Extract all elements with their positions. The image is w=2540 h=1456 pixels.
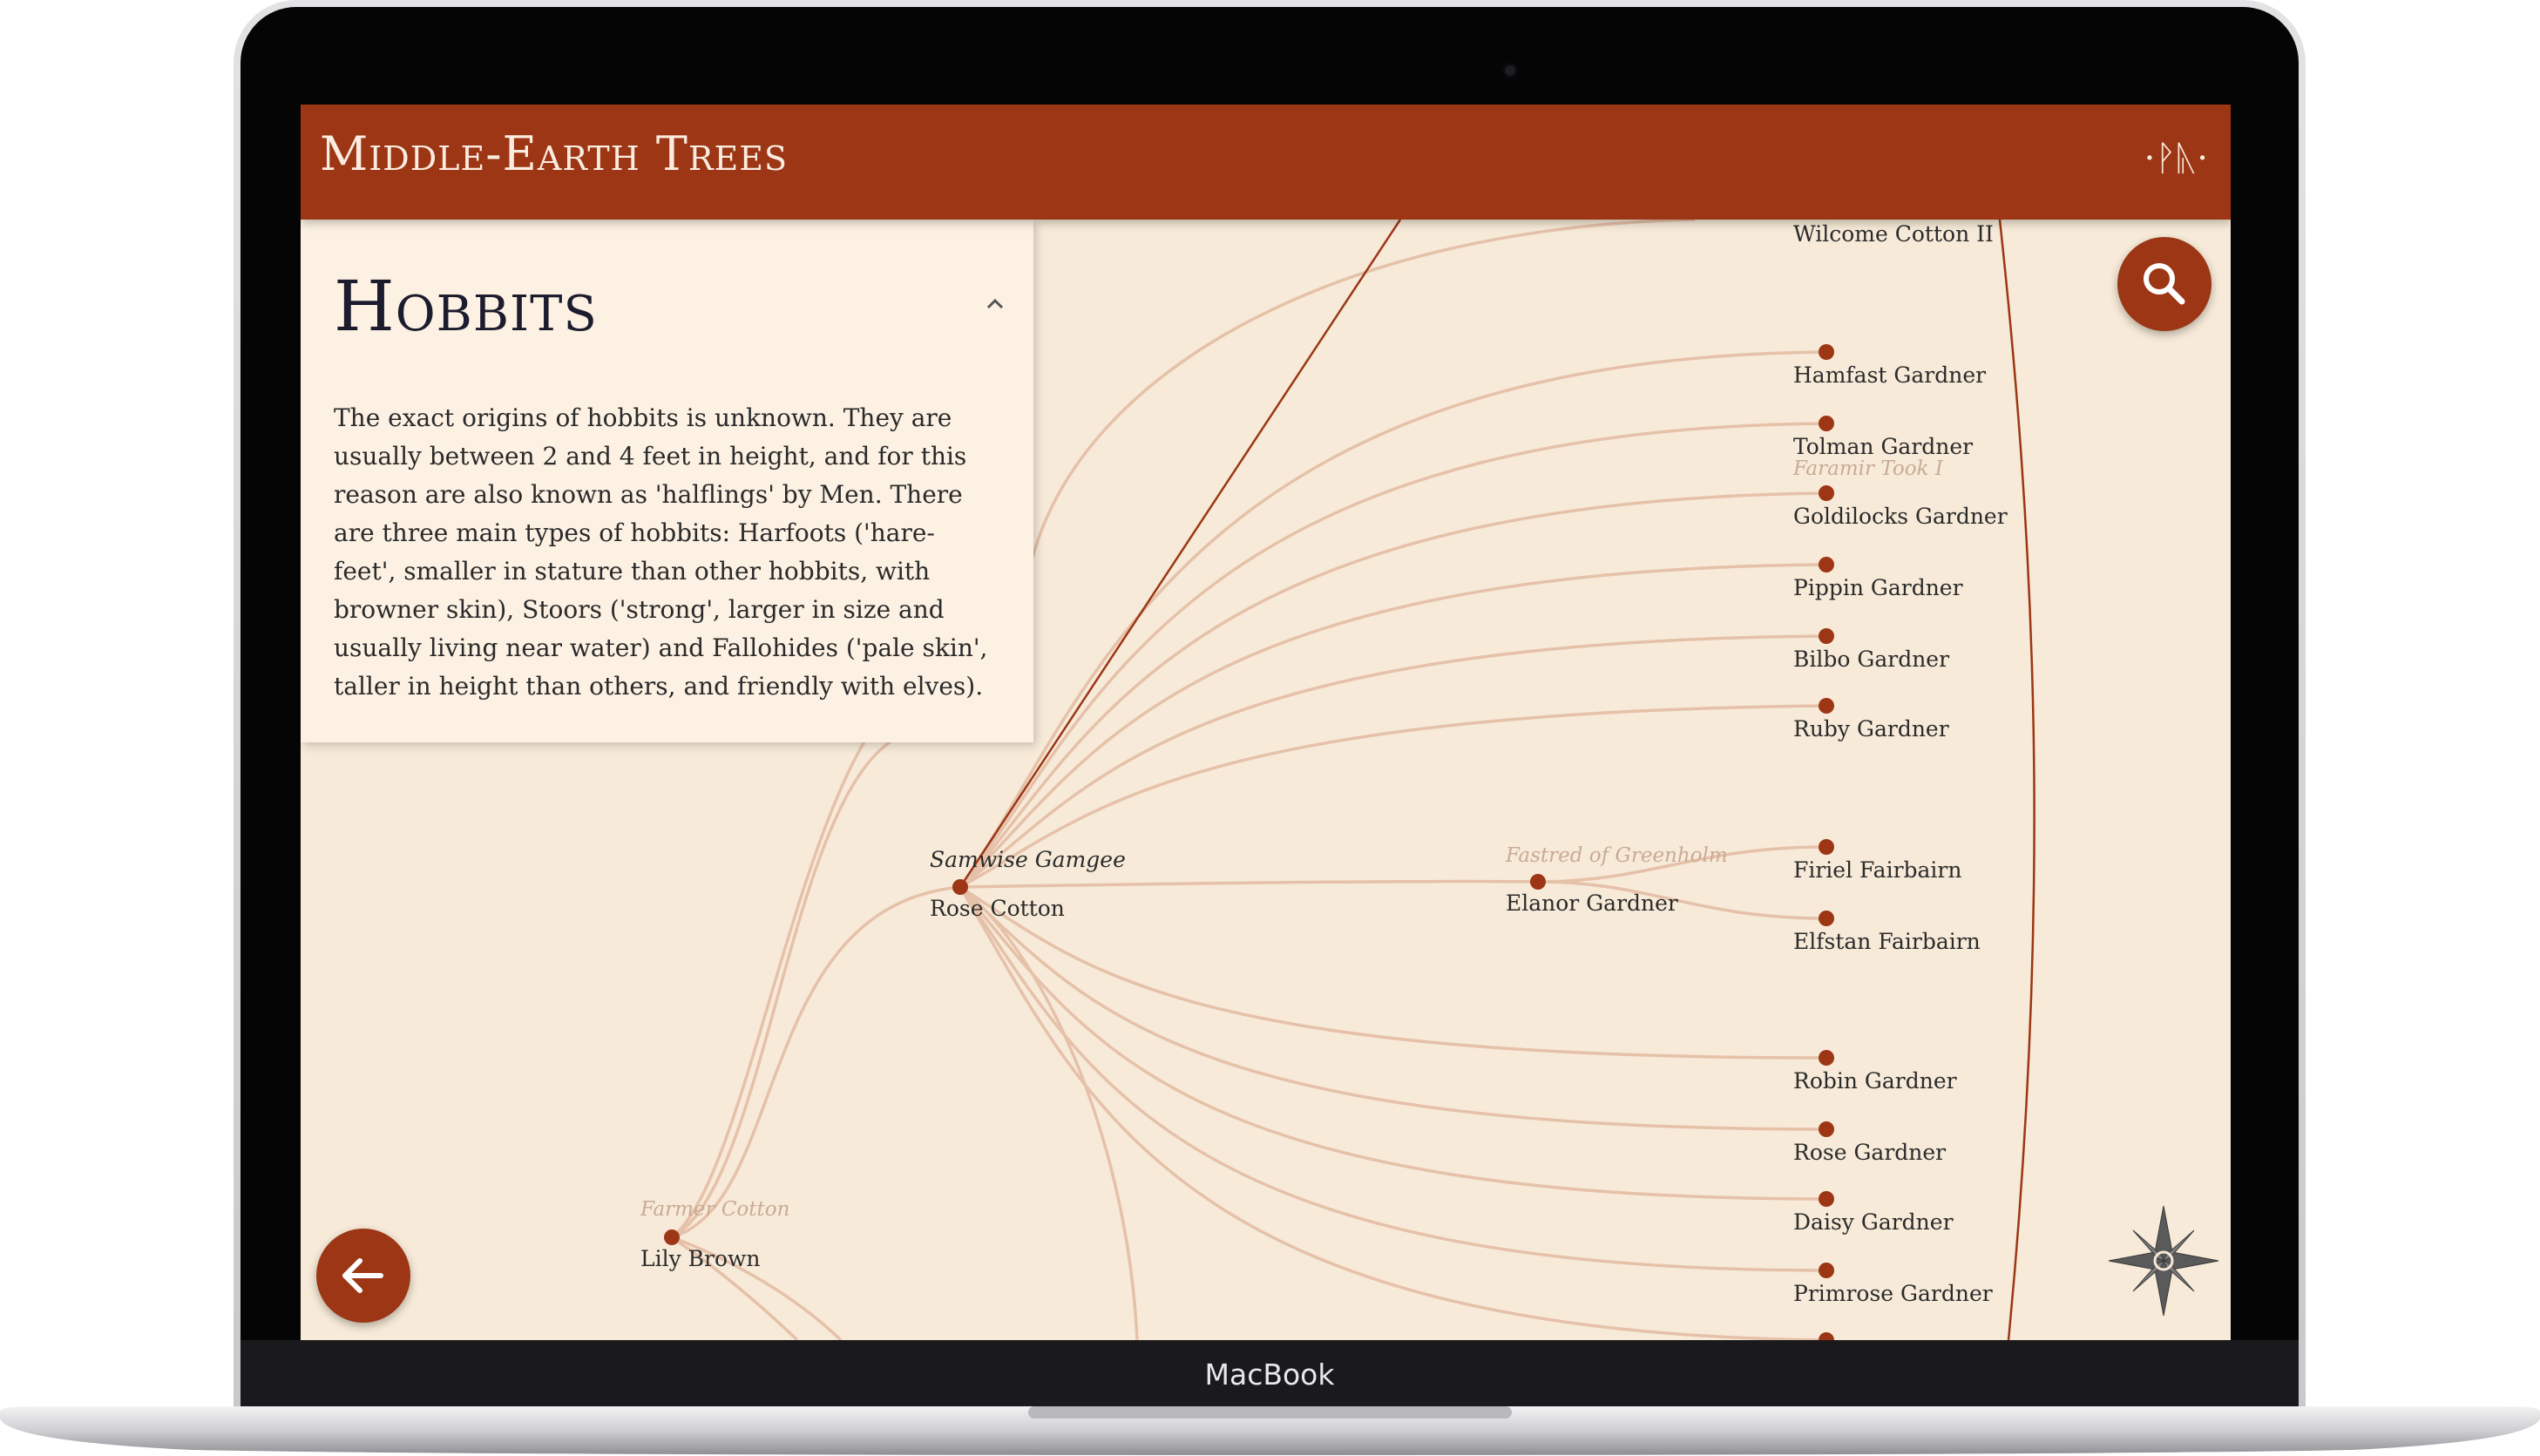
tree-label-grandchild[interactable]: Elfstan Fairbairn <box>1793 929 1981 955</box>
panel-description: The exact origins of hobbits is unknown.… <box>334 403 988 701</box>
chevron-up-icon[interactable] <box>980 289 1010 319</box>
tree-label-partner[interactable]: Samwise Gamgee <box>930 847 1126 873</box>
compass-rose-icon[interactable] <box>2107 1204 2220 1317</box>
back-button[interactable] <box>316 1229 410 1323</box>
node-firiel-fairbairn[interactable] <box>1819 839 1834 855</box>
node-daisy-gardner[interactable] <box>1819 1191 1834 1207</box>
node-rose-gardner[interactable] <box>1819 1121 1834 1137</box>
search-icon <box>2144 263 2185 305</box>
app-title[interactable]: Middle-Earth Trees <box>320 124 788 185</box>
laptop-chin: MacBook <box>240 1340 2299 1410</box>
tree-label-child[interactable]: Hamfast Gardner <box>1793 362 1986 389</box>
tree-label-person[interactable]: Lily Brown <box>640 1246 761 1272</box>
tree-label-person[interactable]: Elanor Gardner <box>1506 891 1678 917</box>
tree-label-child[interactable]: Rose Gardner <box>1793 1140 1946 1166</box>
node-tolman-gardner[interactable] <box>1819 416 1834 431</box>
node-primrose-gardner[interactable] <box>1819 1263 1834 1278</box>
tree-label-child[interactable]: Primrose Gardner <box>1793 1281 1993 1307</box>
tree-label-child[interactable]: Ruby Gardner <box>1793 716 1949 742</box>
node-hamfast-gardner[interactable] <box>1819 344 1834 360</box>
panel-title: Hobbits <box>334 266 598 347</box>
node-robin-gardner[interactable] <box>1819 1050 1834 1066</box>
node-ruby-gardner[interactable] <box>1819 698 1834 714</box>
node-goldilocks-gardner[interactable] <box>1819 485 1834 501</box>
node-elanor-gardner[interactable] <box>1530 874 1546 890</box>
node-rose-cotton[interactable] <box>952 879 968 895</box>
tree-label-grandchild[interactable]: Firiel Fairbairn <box>1793 857 1961 884</box>
camera <box>1505 65 1515 76</box>
info-panel: Hobbits The exact origins of hobbits is … <box>301 220 1033 742</box>
laptop-base <box>0 1406 2540 1455</box>
tree-label-partner-faint: Farmer Cotton <box>640 1198 790 1221</box>
device-label: MacBook <box>1204 1358 1335 1392</box>
app-header: Middle-Earth Trees ·ᚹᚣ· <box>301 105 2231 220</box>
node-lily-brown[interactable] <box>664 1229 680 1245</box>
tree-label-child[interactable]: Daisy Gardner <box>1793 1209 1954 1236</box>
tree-label-child[interactable]: Goldilocks Gardner <box>1793 504 2008 530</box>
search-button[interactable] <box>2117 237 2211 331</box>
tree-label-child[interactable]: Robin Gardner <box>1793 1068 1957 1094</box>
app-glyph: ·ᚹᚣ· <box>2144 139 2208 179</box>
node-pippin-gardner[interactable] <box>1819 557 1834 572</box>
tree-label-child[interactable]: Pippin Gardner <box>1793 575 1963 601</box>
tree-label-partner-faint: Fastred of Greenholm <box>1506 844 1728 867</box>
node-bilbo-gardner[interactable] <box>1819 628 1834 644</box>
arrow-left-icon <box>342 1258 383 1293</box>
node-elfstan-fairbairn[interactable] <box>1819 911 1834 926</box>
tree-label-faint: Faramir Took I <box>1793 457 1943 480</box>
tree-label-person[interactable]: Rose Cotton <box>930 896 1065 922</box>
tree-label-child[interactable]: Bilbo Gardner <box>1793 647 1949 673</box>
tree-label-top[interactable]: Wilcome Cotton II <box>1793 221 1994 247</box>
app-screen: Wilcome Cotton II Hamfast Gardner Tolman… <box>301 105 2231 1340</box>
node-offscreen[interactable] <box>1819 1332 1834 1340</box>
